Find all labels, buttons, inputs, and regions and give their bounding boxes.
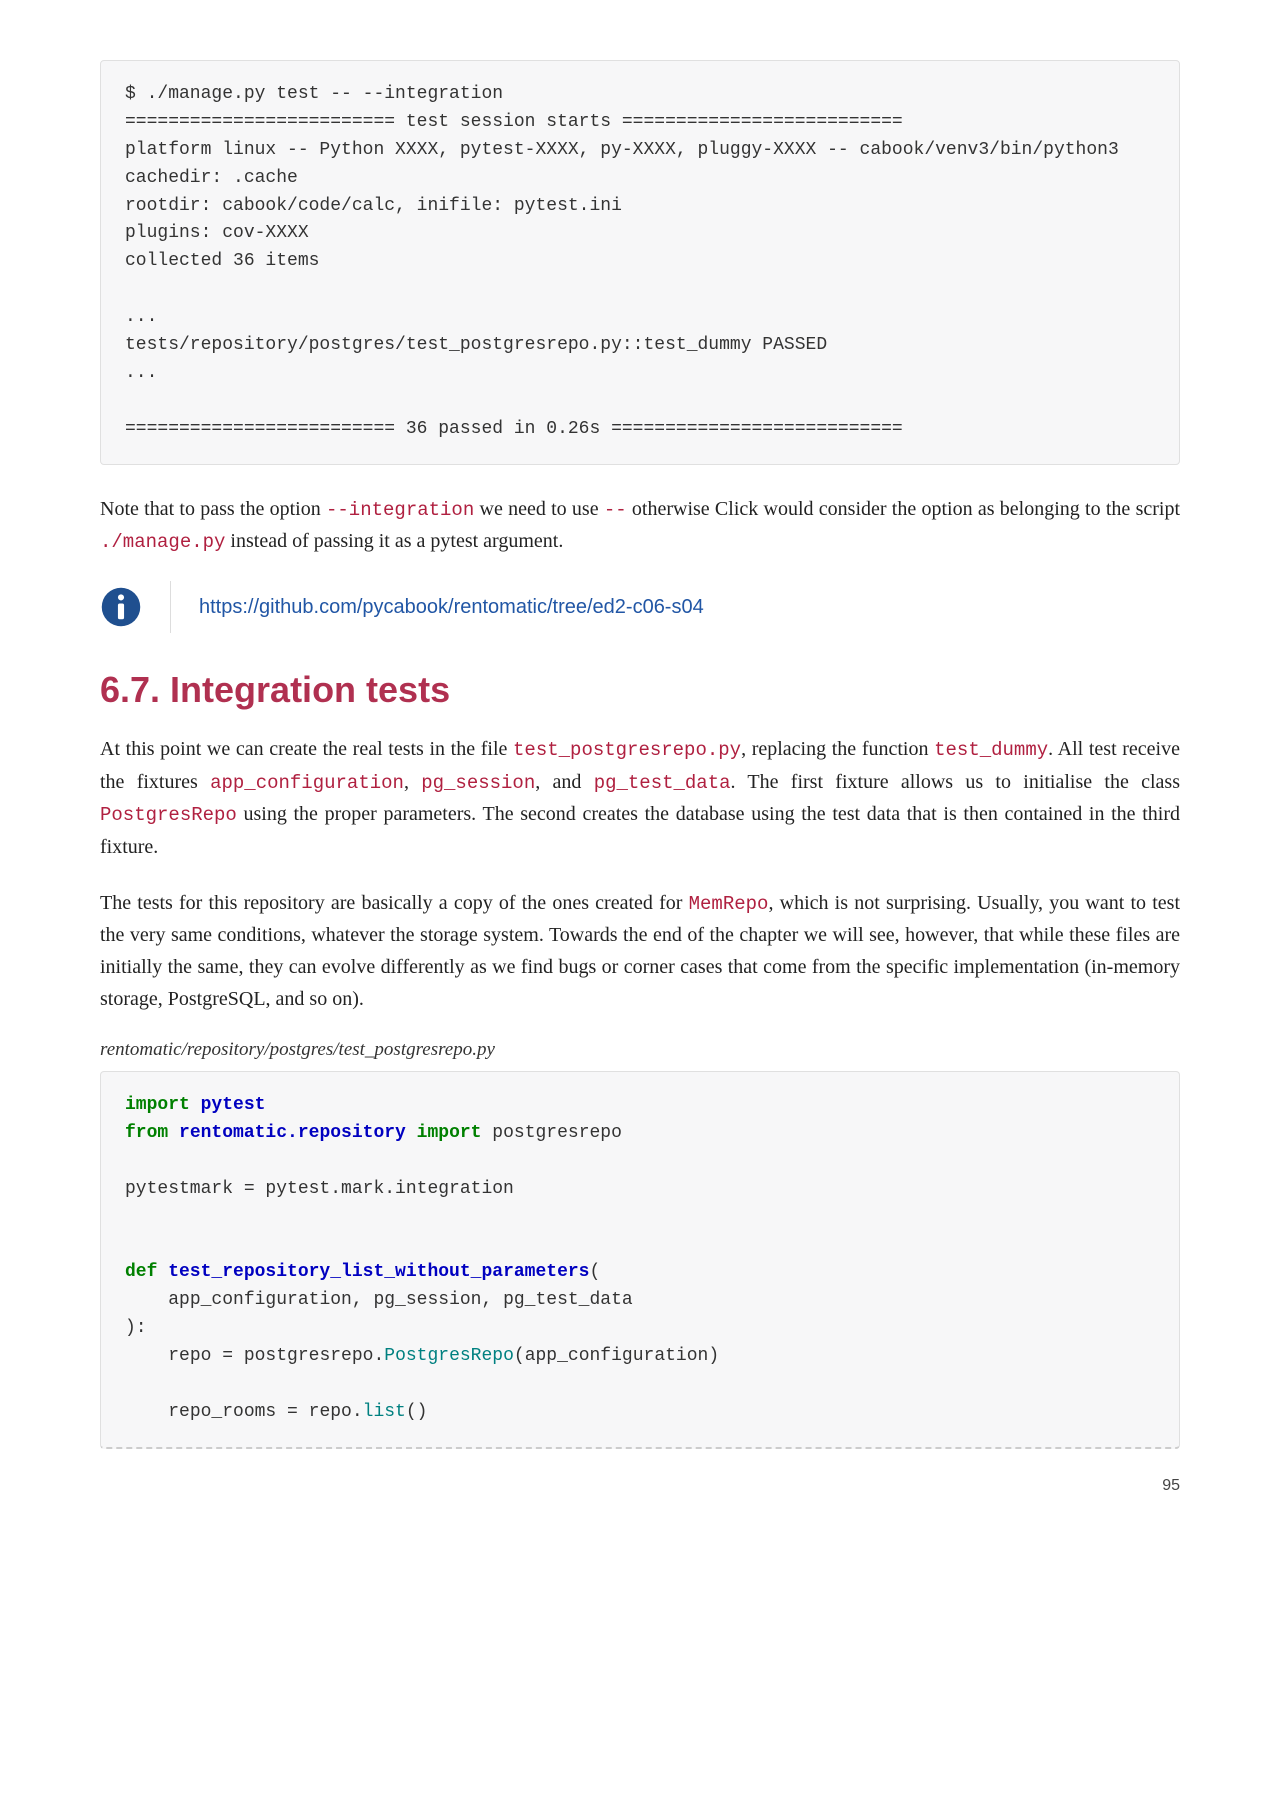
text: . The first fixture allows us to initial… xyxy=(731,771,1181,793)
paragraph-memrepo: The tests for this repository are basica… xyxy=(100,887,1180,1015)
info-icon xyxy=(100,586,142,628)
code-pg-session: pg_session xyxy=(421,772,535,794)
code-app-configuration: app_configuration xyxy=(210,772,404,794)
code-double-dash: -- xyxy=(604,499,627,521)
paragraph-real-tests: At this point we can create the real tes… xyxy=(100,733,1180,862)
text: Note that to pass the option xyxy=(100,498,326,520)
text: , xyxy=(404,771,421,793)
code-test-file: test_postgresrepo.py xyxy=(513,739,741,761)
info-note: https://github.com/pycabook/rentomatic/t… xyxy=(100,581,1180,633)
code-memrepo: MemRepo xyxy=(689,893,769,915)
page-content: $ ./manage.py test -- --integration ====… xyxy=(0,0,1280,1535)
divider xyxy=(170,581,171,633)
text: At this point we can create the real tes… xyxy=(100,738,513,760)
code-integration-flag: --integration xyxy=(326,499,474,521)
section-heading: 6.7. Integration tests xyxy=(100,669,1180,711)
text: The tests for this repository are basica… xyxy=(100,892,689,914)
text: we need to use xyxy=(474,498,604,520)
page-number: 95 xyxy=(100,1477,1180,1495)
code-test-dummy: test_dummy xyxy=(934,739,1048,761)
github-link[interactable]: https://github.com/pycabook/rentomatic/t… xyxy=(199,596,704,619)
paragraph-integration-option: Note that to pass the option --integrati… xyxy=(100,493,1180,558)
code-caption: rentomatic/repository/postgres/test_post… xyxy=(100,1039,1180,1061)
code-manage-py: ./manage.py xyxy=(100,531,225,553)
text: otherwise Click would consider the optio… xyxy=(627,498,1180,520)
terminal-output-block: $ ./manage.py test -- --integration ====… xyxy=(100,60,1180,465)
text: , and xyxy=(535,771,593,793)
text: using the proper parameters. The second … xyxy=(100,803,1180,857)
python-code-block: import pytest from rentomatic.repository… xyxy=(100,1071,1180,1449)
text: instead of passing it as a pytest argume… xyxy=(225,530,563,552)
code-postgres-repo: PostgresRepo xyxy=(100,804,237,826)
text: , replacing the function xyxy=(741,738,934,760)
code-pg-test-data: pg_test_data xyxy=(594,772,731,794)
